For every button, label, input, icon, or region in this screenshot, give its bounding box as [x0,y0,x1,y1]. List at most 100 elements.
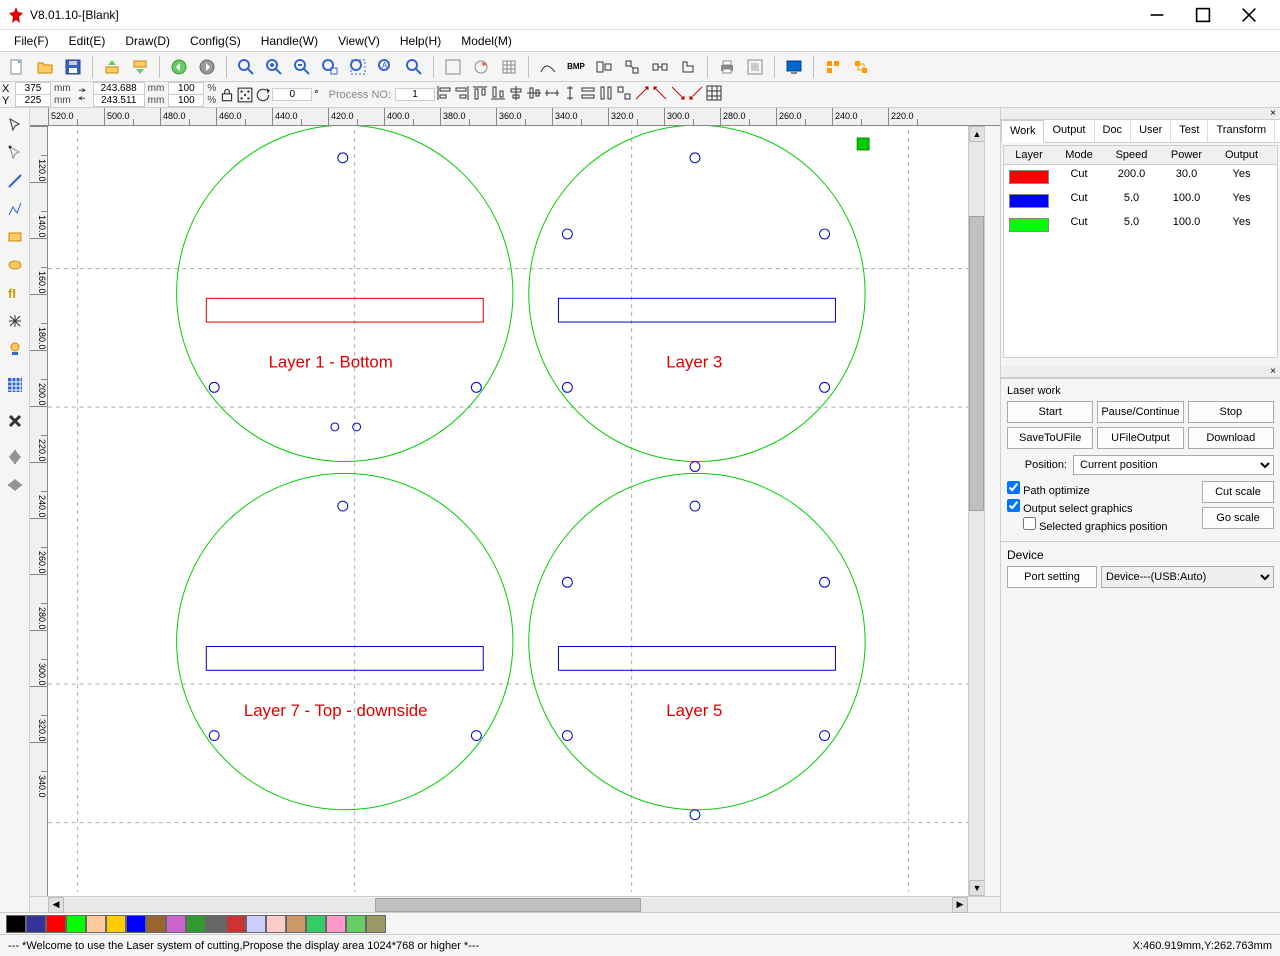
palette-color[interactable] [306,915,326,933]
print-button[interactable] [714,54,740,80]
layer-row[interactable]: Cut200.030.0Yes [1004,165,1277,189]
download-button[interactable]: Download [1188,427,1274,449]
scroll-down-button[interactable]: ▼ [969,880,985,896]
panel-close-icon[interactable]: × [1001,108,1280,120]
scrollbar-vertical[interactable]: ▲ ▼ [968,126,984,896]
palette-color[interactable] [186,915,206,933]
menu-help[interactable]: Help(H) [390,32,451,50]
menu-model[interactable]: Model(M) [451,32,522,50]
align-center-v-button[interactable] [525,84,543,105]
palette-color[interactable] [26,915,46,933]
output-select-check[interactable]: Output select graphics [1007,499,1202,515]
menu-edit[interactable]: Edit(E) [59,32,116,50]
lock-aspect-icon[interactable] [218,83,236,107]
process-no-input[interactable] [395,88,435,101]
palette-color[interactable] [106,915,126,933]
text-tool[interactable]: fI [2,280,28,306]
port-setting-button[interactable]: Port setting [1007,566,1097,588]
palette-color[interactable] [246,915,266,933]
undo-button[interactable] [166,54,192,80]
position-select[interactable]: Current position [1073,455,1274,475]
layer-7-group[interactable]: Layer 7 - Top - downside [177,473,513,809]
tab-user[interactable]: User [1131,120,1171,142]
layer-row[interactable]: Cut5.0100.0Yes [1004,189,1277,213]
menu-config[interactable]: Config(S) [180,32,251,50]
layer-5-group[interactable]: Layer 5 [529,473,865,819]
redo-button[interactable] [194,54,220,80]
origin-tl-button[interactable] [633,84,651,105]
grid-pattern-tool[interactable] [2,372,28,398]
scroll-right-button[interactable]: ▶ [952,897,968,913]
rect-tool[interactable] [2,224,28,250]
palette-color[interactable] [226,915,246,933]
bmp-button[interactable]: BMP [563,54,589,80]
zoom-sel-button[interactable] [401,54,427,80]
save-ufile-button[interactable]: SaveToUFile [1007,427,1093,449]
menu-view[interactable]: View(V) [328,32,390,50]
palette-color[interactable] [366,915,386,933]
mirror-v-tool[interactable] [2,472,28,498]
import-button[interactable] [99,54,125,80]
config-1-button[interactable] [742,54,768,80]
zoom-window-button[interactable] [317,54,343,80]
mirror-h-tool[interactable] [2,444,28,470]
palette-color[interactable] [6,915,26,933]
align-3-button[interactable] [647,54,673,80]
height-input[interactable] [93,94,145,107]
zoom-fit-button[interactable] [233,54,259,80]
canvas[interactable]: Layer 1 - Bottom Layer 3 [48,126,968,896]
polyline-tool[interactable] [2,196,28,222]
export-button[interactable] [127,54,153,80]
align-top-button[interactable] [471,84,489,105]
origin-br-button[interactable] [687,84,705,105]
palette-color[interactable] [46,915,66,933]
pause-button[interactable]: Pause/Continue [1097,401,1183,423]
menu-handle[interactable]: Handle(W) [251,32,328,50]
ellipse-tool[interactable] [2,252,28,278]
show-grid-button[interactable] [440,54,466,80]
delete-tool[interactable] [2,408,28,434]
tab-test[interactable]: Test [1171,120,1208,142]
save-button[interactable] [60,54,86,80]
go-scale-button[interactable]: Go scale [1202,507,1274,529]
palette-color[interactable] [126,915,146,933]
open-button[interactable] [32,54,58,80]
line-tool[interactable] [2,168,28,194]
pan-button[interactable]: A [373,54,399,80]
align-4-button[interactable] [675,54,701,80]
simulate-1-button[interactable] [820,54,846,80]
origin-tr-button[interactable] [651,84,669,105]
laser-panel-close-icon[interactable]: × [1001,366,1280,378]
stop-button[interactable]: Stop [1188,401,1274,423]
palette-color[interactable] [326,915,346,933]
hatch-button[interactable] [468,54,494,80]
palette-color[interactable] [86,915,106,933]
palette-color[interactable] [266,915,286,933]
same-width-button[interactable] [579,84,597,105]
simulate-2-button[interactable] [848,54,874,80]
tab-transform[interactable]: Transform [1208,120,1275,142]
tab-work[interactable]: Work [1001,120,1044,143]
align-right-button[interactable] [453,84,471,105]
swap-xy-icon[interactable] [73,83,91,107]
palette-color[interactable] [166,915,186,933]
start-button[interactable]: Start [1007,401,1093,423]
close-button[interactable] [1226,0,1272,30]
maximize-button[interactable] [1180,0,1226,30]
canvas-svg[interactable]: Layer 1 - Bottom Layer 3 [48,126,968,896]
align-bottom-button[interactable] [489,84,507,105]
align-1-button[interactable] [591,54,617,80]
tab-output[interactable]: Output [1044,120,1094,142]
fill-button[interactable] [496,54,522,80]
zoom-all-button[interactable] [345,54,371,80]
palette-color[interactable] [146,915,166,933]
scroll-left-button[interactable]: ◀ [48,897,64,913]
scroll-up-button[interactable]: ▲ [969,126,985,142]
monitor-button[interactable] [781,54,807,80]
layer-1-group[interactable]: Layer 1 - Bottom [177,126,513,462]
ufile-output-button[interactable]: UFileOutput [1097,427,1183,449]
palette-color[interactable] [346,915,366,933]
y-input[interactable] [15,94,51,107]
layer-3-group[interactable]: Layer 3 [529,126,865,471]
rotation-input[interactable] [272,88,312,101]
